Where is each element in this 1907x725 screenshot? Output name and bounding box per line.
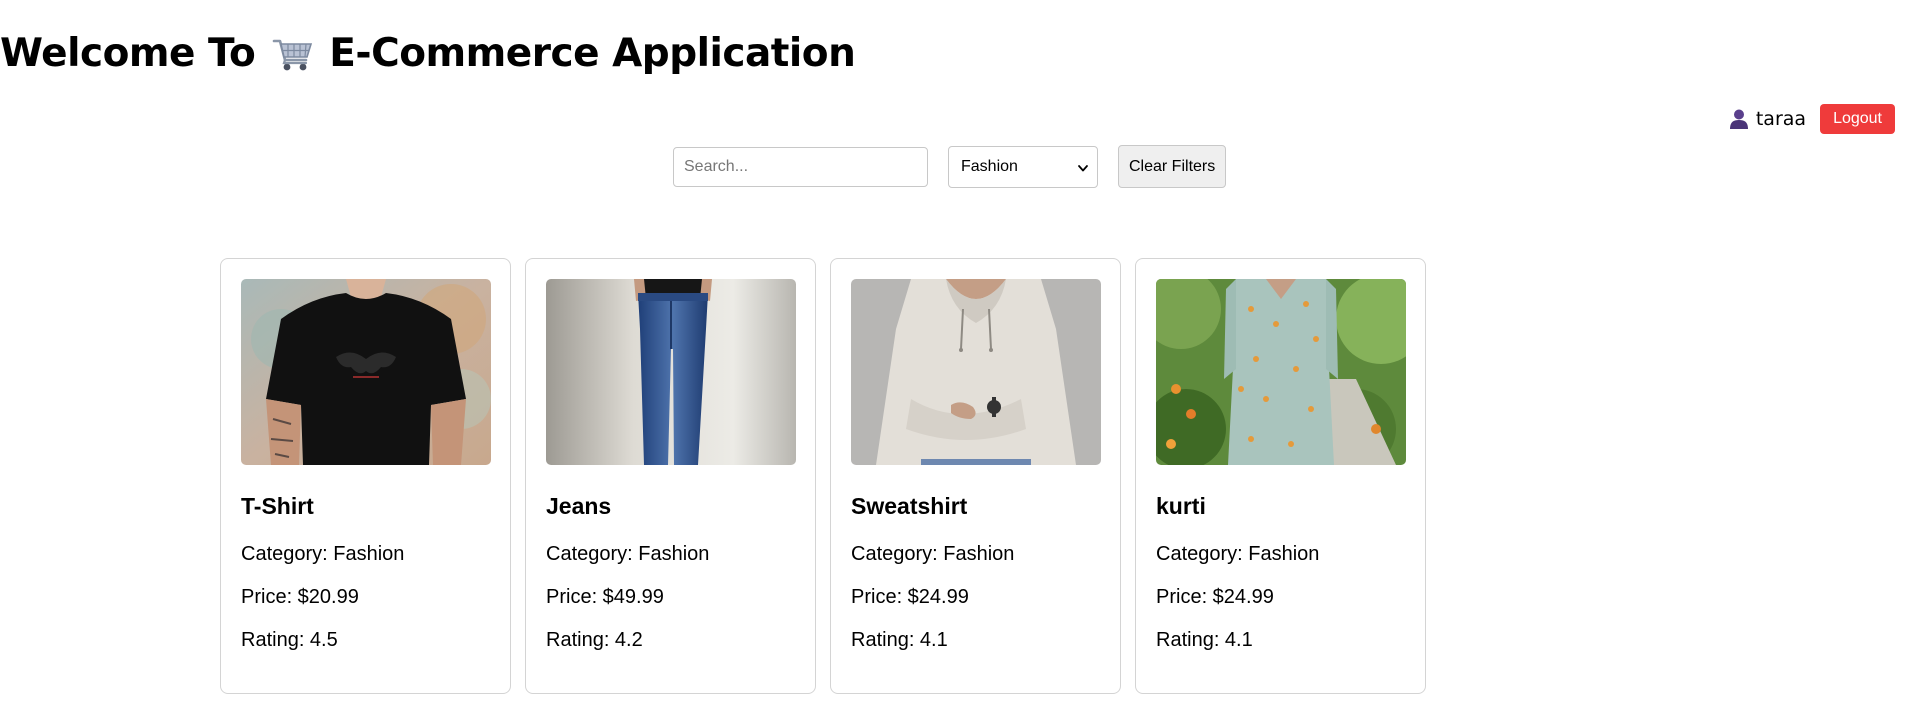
product-category: Category: Fashion [1156,543,1320,565]
product-card[interactable]: kurti Category: Fashion Price: $24.99 Ra… [1135,258,1426,694]
product-card[interactable]: T-Shirt Category: Fashion Price: $20.99 … [220,258,511,694]
search-input[interactable] [673,146,928,187]
product-image [546,279,796,465]
title-prefix: Welcome To [0,31,256,76]
product-rating: Rating: 4.1 [851,629,948,651]
logout-button[interactable]: Logout [1820,104,1895,134]
product-category: Category: Fashion [851,543,1015,565]
product-image [851,279,1101,465]
page: Welcome To E-Commerce Application taraa … [0,0,1907,725]
filter-bar: Fashion Clear Filters [673,145,1227,188]
user-icon [1728,108,1750,130]
clear-filters-button[interactable]: Clear Filters [1118,145,1227,188]
category-select[interactable]: Fashion [948,145,1098,188]
username: taraa [1755,108,1807,130]
product-name: T-Shirt [241,493,314,519]
title-suffix: E-Commerce Application [329,31,856,76]
shopping-cart-icon [271,32,315,76]
product-category: Category: Fashion [546,543,710,565]
product-name: Jeans [546,493,612,519]
chevron-down-icon [1078,164,1088,171]
product-image [241,279,491,465]
product-name: kurti [1156,493,1206,519]
user-area: taraa Logout [1728,104,1895,134]
product-card[interactable]: Sweatshirt Category: Fashion Price: $24.… [830,258,1121,694]
product-price: Price: $49.99 [546,586,664,608]
page-title: Welcome To E-Commerce Application [0,28,856,80]
product-name: Sweatshirt [851,493,968,519]
product-category: Category: Fashion [241,543,405,565]
product-card[interactable]: Jeans Category: Fashion Price: $49.99 Ra… [525,258,816,694]
product-rating: Rating: 4.2 [546,629,643,651]
product-price: Price: $24.99 [1156,586,1274,608]
product-rating: Rating: 4.1 [1156,629,1253,651]
product-price: Price: $24.99 [851,586,969,608]
product-price: Price: $20.99 [241,586,359,608]
product-image [1156,279,1406,465]
product-grid: T-Shirt Category: Fashion Price: $20.99 … [220,258,1426,694]
product-rating: Rating: 4.5 [241,629,338,651]
category-selected-value: Fashion [961,157,1018,175]
